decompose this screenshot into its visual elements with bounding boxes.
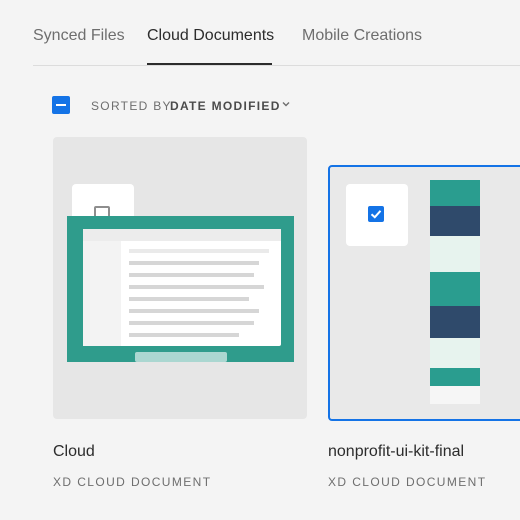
sort-dropdown[interactable]: DATE MODIFIED xyxy=(170,99,281,113)
indeterminate-icon xyxy=(56,104,66,106)
file-checkbox[interactable] xyxy=(368,206,384,222)
file-type: XD CLOUD DOCUMENT xyxy=(53,475,212,489)
tab-mobile-creations[interactable]: Mobile Creations xyxy=(302,27,422,45)
tabs-divider xyxy=(33,65,520,66)
file-name[interactable]: nonprofit-ui-kit-final xyxy=(328,443,464,461)
file-name[interactable]: Cloud xyxy=(53,443,95,461)
file-card-nonprofit-ui-kit[interactable] xyxy=(328,165,520,421)
tab-cloud-documents[interactable]: Cloud Documents xyxy=(147,27,274,45)
sort-label: SORTED BY xyxy=(91,99,172,113)
checkmark-icon xyxy=(370,210,382,219)
tab-bar: Synced Files Cloud Documents Mobile Crea… xyxy=(0,0,520,66)
chevron-down-icon[interactable] xyxy=(281,99,291,109)
file-select-box[interactable] xyxy=(346,184,408,246)
file-card-cloud[interactable] xyxy=(53,137,307,419)
select-all-checkbox[interactable] xyxy=(52,96,70,114)
file-thumbnail xyxy=(430,180,480,404)
file-thumbnail xyxy=(67,216,294,362)
file-type: XD CLOUD DOCUMENT xyxy=(328,475,487,489)
tab-synced-files[interactable]: Synced Files xyxy=(33,27,125,45)
